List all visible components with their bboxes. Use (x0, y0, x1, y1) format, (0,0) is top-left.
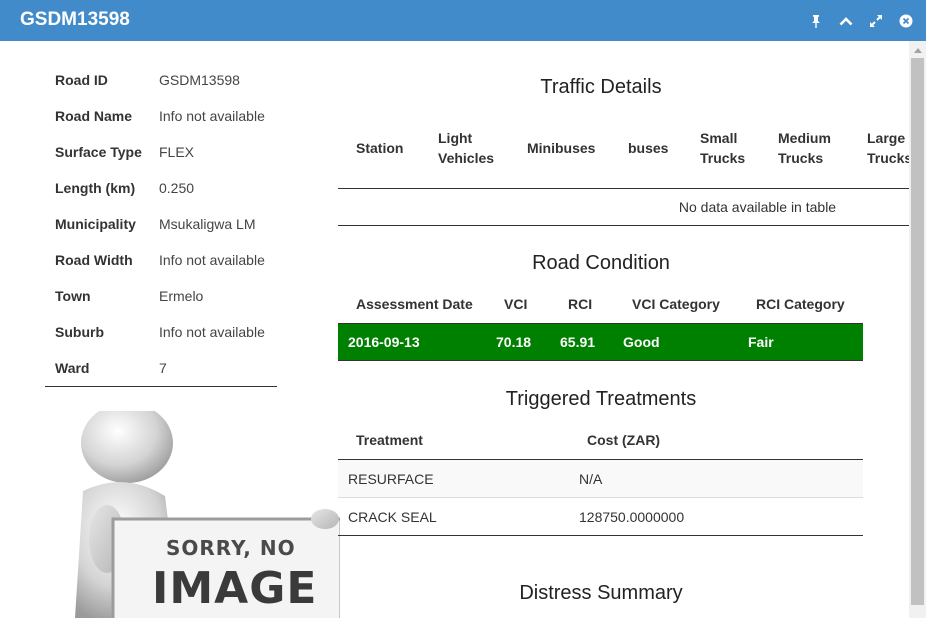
road-info-table: Road ID GSDM13598 Road Name Info not avail… (45, 62, 277, 387)
info-value: 7 (159, 360, 167, 376)
pin-icon[interactable] (806, 11, 826, 31)
col-medium-line1: Medium (778, 130, 831, 146)
info-key: Municipality (55, 216, 136, 232)
col-assessment-date[interactable]: Assessment Date (356, 296, 473, 312)
condition-row: 2016-09-13 70.18 65.91 Good Fair (338, 324, 863, 361)
info-key: Surface Type (55, 144, 142, 160)
col-minibuses[interactable]: Minibuses (527, 138, 595, 158)
info-key: Length (km) (55, 180, 136, 196)
col-rci-category[interactable]: RCI Category (756, 296, 845, 312)
col-cost[interactable]: Cost (ZAR) (587, 432, 660, 448)
close-icon[interactable] (896, 11, 916, 31)
col-treatment[interactable]: Treatment (356, 432, 423, 448)
no-image-placeholder: SORRY, NO IMAGE (45, 411, 340, 618)
col-small-line2: Trucks (700, 150, 746, 166)
expand-icon[interactable] (866, 11, 886, 31)
table-row: CRACK SEAL 128750.0000000 (338, 498, 863, 536)
info-key: Road Width (55, 252, 133, 268)
col-large-line2: Trucks (867, 150, 913, 166)
no-image-line2: IMAGE (152, 563, 318, 614)
info-value: Info not available (159, 324, 265, 340)
cell-cost: 128750.0000000 (579, 509, 685, 525)
col-small-trucks[interactable]: Small Trucks (700, 128, 745, 168)
info-row: Surface Type FLEX (45, 134, 277, 170)
info-value: 0.250 (159, 180, 195, 196)
col-vci[interactable]: VCI (504, 296, 527, 312)
col-vci-category[interactable]: VCI Category (632, 296, 720, 312)
info-row: Town Ermelo (45, 278, 277, 314)
cell-treatment: CRACK SEAL (348, 509, 437, 525)
road-condition-table: Assessment Date VCI RCI VCI Category RCI… (338, 286, 863, 361)
cell-cost: N/A (579, 471, 603, 487)
treatments-table: Treatment Cost (ZAR) RESURFACE N/A CRACK… (338, 422, 863, 536)
col-station[interactable]: Station (356, 138, 403, 158)
info-row: Road ID GSDM13598 (45, 62, 277, 98)
col-large-line1: Large (867, 130, 906, 146)
popup-content: Road ID GSDM13598 Road Name Info not avail… (0, 41, 926, 618)
cell-treatment: RESURFACE (348, 471, 434, 487)
cell-vci: 70.18 (496, 334, 532, 350)
info-value: Ermelo (159, 288, 204, 304)
info-key: Ward (55, 360, 90, 376)
info-row: Length (km) 0.250 (45, 170, 277, 206)
info-key: Suburb (55, 324, 104, 340)
cell-assessment-date: 2016-09-13 (348, 334, 420, 350)
road-condition-title: Road Condition (532, 252, 670, 274)
col-small-line1: Small (700, 130, 738, 146)
traffic-table-header: Station Light Vehicles Minibuses buses S… (338, 116, 912, 189)
info-row: Municipality Msukaligwa LM (45, 206, 277, 242)
scroll-up-icon[interactable] (909, 41, 926, 58)
info-row: Road Width Info not available (45, 242, 277, 278)
window-title: GSDM13598 (20, 9, 130, 30)
info-value: Info not available (159, 252, 265, 268)
table-row: RESURFACE N/A (338, 460, 863, 498)
col-medium-trucks[interactable]: Medium Trucks (778, 128, 831, 168)
info-key: Town (55, 288, 91, 304)
condition-table-header: Assessment Date VCI RCI VCI Category RCI… (338, 286, 863, 324)
traffic-details-title: Traffic Details (540, 76, 662, 98)
info-value: Info not available (159, 108, 265, 124)
info-row: Suburb Info not available (45, 314, 277, 350)
info-value: Msukaligwa LM (159, 216, 256, 232)
no-image-line1: SORRY, NO (166, 536, 296, 560)
info-value: GSDM13598 (159, 72, 240, 88)
cell-rci-category: Fair (748, 334, 774, 350)
info-key: Road ID (55, 72, 108, 88)
cell-rci: 65.91 (560, 334, 596, 350)
traffic-empty-message: No data available in table (338, 189, 909, 226)
info-value: FLEX (159, 144, 195, 160)
col-buses[interactable]: buses (628, 138, 668, 158)
info-row: Ward 7 (45, 350, 277, 386)
traffic-table: Station Light Vehicles Minibuses buses S… (338, 116, 912, 226)
col-light-line2: Vehicles (438, 150, 495, 166)
col-medium-line2: Trucks (778, 150, 824, 166)
window-titlebar: GSDM13598 (0, 0, 926, 41)
treatments-table-header: Treatment Cost (ZAR) (338, 422, 863, 460)
col-light-vehicles[interactable]: Light Vehicles (438, 128, 494, 168)
scrollbar-thumb[interactable] (911, 58, 924, 605)
col-rci[interactable]: RCI (568, 296, 592, 312)
col-light-line1: Light (438, 130, 473, 146)
info-key: Road Name (55, 108, 133, 124)
cell-vci-category: Good (623, 334, 660, 350)
triggered-treatments-title: Triggered Treatments (505, 388, 697, 410)
collapse-icon[interactable] (836, 11, 856, 31)
col-large-trucks[interactable]: Large Trucks (867, 128, 912, 168)
info-row: Road Name Info not available (45, 98, 277, 134)
distress-summary-title: Distress Summary (519, 582, 683, 604)
